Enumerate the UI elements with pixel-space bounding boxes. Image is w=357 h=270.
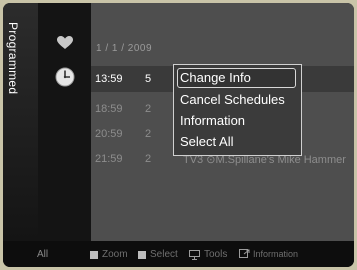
menu-item-select-all[interactable]: Select All <box>178 133 233 151</box>
legend-information[interactable]: Information <box>239 249 298 259</box>
row-time: 20:59 <box>95 128 123 140</box>
legend-tools[interactable]: Tools <box>189 249 227 260</box>
row-channel: 2 <box>145 103 152 115</box>
row-time: 13:59 <box>95 73 123 85</box>
row-time: 18:59 <box>95 103 123 115</box>
sidebar-tab-label: Programmed <box>6 22 20 95</box>
filter-all[interactable]: All <box>37 249 48 260</box>
bottom-bar: All Zoom Select Tools Information <box>3 241 354 267</box>
legend-zoom-label: Zoom <box>102 249 128 260</box>
information-icon <box>239 249 250 258</box>
tools-icon <box>189 249 200 260</box>
row-channel: 2 <box>145 128 152 140</box>
clock-icon[interactable] <box>55 67 75 87</box>
legend-zoom[interactable]: Zoom <box>90 249 128 260</box>
legend-select[interactable]: Select <box>138 249 178 260</box>
row-time: 21:59 <box>95 153 123 165</box>
heart-icon[interactable] <box>57 36 73 50</box>
menu-item-change-info[interactable]: Change Info <box>177 68 296 88</box>
schedule-date: 1 / 1 / 2009 <box>96 43 153 54</box>
sidebar-tab-programmed[interactable]: Programmed <box>3 3 38 241</box>
row-channel: 2 <box>145 153 152 165</box>
legend-tools-label: Tools <box>204 249 228 260</box>
row-channel: 5 <box>145 73 152 85</box>
legend-select-label: Select <box>150 249 178 260</box>
legend-information-label: Information <box>253 249 299 259</box>
square-button-icon <box>138 250 146 259</box>
square-button-icon <box>90 250 98 259</box>
tv-screen: Programmed 1 / 1 / 2009 13:59 5 18:59 2 … <box>3 3 354 267</box>
menu-item-information[interactable]: Information <box>178 112 245 130</box>
icon-column <box>38 3 91 241</box>
menu-item-cancel-schedules[interactable]: Cancel Schedules <box>178 91 285 109</box>
tools-menu: Change Info Cancel Schedules Information… <box>173 64 302 156</box>
